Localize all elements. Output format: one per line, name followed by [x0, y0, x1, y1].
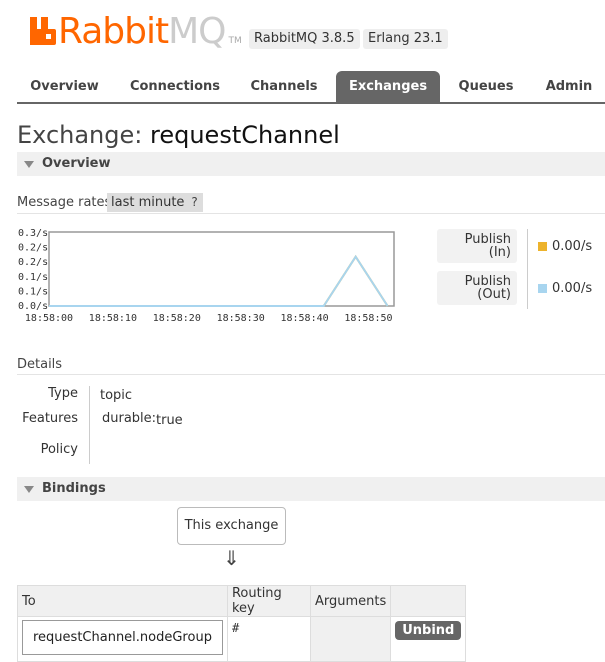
tab-channels[interactable]: Channels — [238, 71, 330, 102]
y-tick-label: 0.1/s — [18, 286, 48, 297]
y-tick-label: 0.3/s — [18, 228, 48, 239]
publish-out-rate: 0.00/s — [552, 281, 593, 296]
features-label: Features — [22, 411, 78, 426]
unbind-button[interactable]: Unbind — [395, 621, 462, 640]
x-tick-label: 18:58:50 — [344, 313, 392, 324]
main-nav-tabs: Overview Connections Channels Exchanges … — [17, 71, 605, 104]
exchange-name: requestChannel — [150, 121, 340, 149]
bindings-table: To Routing key Arguments requestChannel.… — [17, 585, 467, 662]
details-divider — [89, 386, 90, 464]
logo-text: RabbitMQ — [58, 11, 227, 52]
overview-section-label: Overview — [42, 156, 111, 171]
table-header-row: To Routing key Arguments — [17, 585, 467, 617]
down-arrow-icon: ⇓ — [223, 546, 240, 570]
divider — [17, 374, 605, 375]
rates-period-selector[interactable]: last minute — [107, 193, 189, 212]
legend-out-color-swatch — [538, 284, 547, 293]
legend-in-label-2: (In) — [488, 245, 511, 260]
collapse-triangle-icon — [24, 161, 34, 168]
this-exchange-box: This exchange — [177, 507, 286, 545]
column-header-to: To — [17, 585, 228, 617]
message-rates-label: Message rates — [17, 195, 112, 210]
binding-destination-cell: requestChannel.nodeGroup — [17, 616, 228, 662]
message-rates-chart: 0.3/s 0.2/s 0.2/s 0.1/s 0.1/s 0.0/s 18:58:00 1… — [18, 228, 395, 324]
action-cell: Unbind — [390, 616, 467, 662]
y-tick-label: 0.0/s — [18, 301, 48, 312]
bindings-section-toggle[interactable]: Bindings — [17, 477, 605, 501]
erlang-version-badge: Erlang 23.1 — [363, 29, 448, 49]
overview-section-toggle[interactable]: Overview — [17, 152, 605, 176]
page-title-prefix: Exchange: — [17, 121, 143, 149]
column-header-actions — [390, 585, 467, 617]
legend-publish-out: Publish (Out) — [437, 271, 517, 305]
help-button[interactable]: ? — [186, 193, 203, 212]
legend-divider — [527, 229, 528, 309]
x-tick-label: 18:58:30 — [217, 313, 265, 324]
tab-exchanges[interactable]: Exchanges — [336, 71, 440, 102]
legend-out-label-2: (Out) — [477, 287, 511, 302]
arguments-cell — [309, 616, 392, 662]
x-tick-label: 18:58:00 — [25, 313, 73, 324]
column-header-routing-key: Routing key — [226, 585, 311, 617]
details-heading: Details — [17, 357, 63, 372]
legend-publish-in: Publish (In) — [437, 229, 517, 263]
page-title: Exchange: requestChannel — [17, 121, 340, 149]
column-header-arguments: Arguments — [309, 585, 392, 617]
y-tick-label: 0.2/s — [18, 243, 48, 254]
type-value: topic — [100, 388, 133, 403]
tab-overview[interactable]: Overview — [17, 71, 112, 102]
x-tick-label: 18:58:40 — [280, 313, 328, 324]
x-tick-label: 18:58:20 — [153, 313, 201, 324]
table-row: requestChannel.nodeGroup # Unbind — [17, 616, 467, 662]
policy-label: Policy — [40, 442, 78, 457]
bindings-section-label: Bindings — [42, 481, 106, 496]
tab-admin[interactable]: Admin — [533, 71, 605, 102]
y-tick-label: 0.2/s — [18, 257, 48, 268]
type-label: Type — [48, 386, 78, 401]
rabbitmq-version-badge: RabbitMQ 3.8.5 — [249, 29, 360, 49]
features-value: true — [156, 413, 183, 428]
y-tick-label: 0.1/s — [18, 272, 48, 283]
tab-connections[interactable]: Connections — [120, 71, 230, 102]
legend-in-color-swatch — [538, 242, 547, 251]
rabbitmq-logo[interactable]: RabbitMQ TM — [30, 12, 242, 52]
x-tick-label: 18:58:10 — [89, 313, 137, 324]
message-rates-row: Message rates — [17, 193, 111, 212]
routing-key-cell: # — [226, 616, 311, 662]
publish-in-rate: 0.00/s — [552, 239, 593, 254]
collapse-triangle-icon — [24, 486, 34, 493]
rabbitmq-logo-icon — [30, 17, 56, 45]
logo-tm: TM — [228, 36, 242, 46]
features-key: durable: — [102, 411, 157, 426]
divider — [17, 213, 605, 214]
binding-destination-link[interactable]: requestChannel.nodeGroup — [22, 620, 223, 655]
tab-queues[interactable]: Queues — [448, 71, 524, 102]
chart-plot-area — [48, 231, 395, 307]
